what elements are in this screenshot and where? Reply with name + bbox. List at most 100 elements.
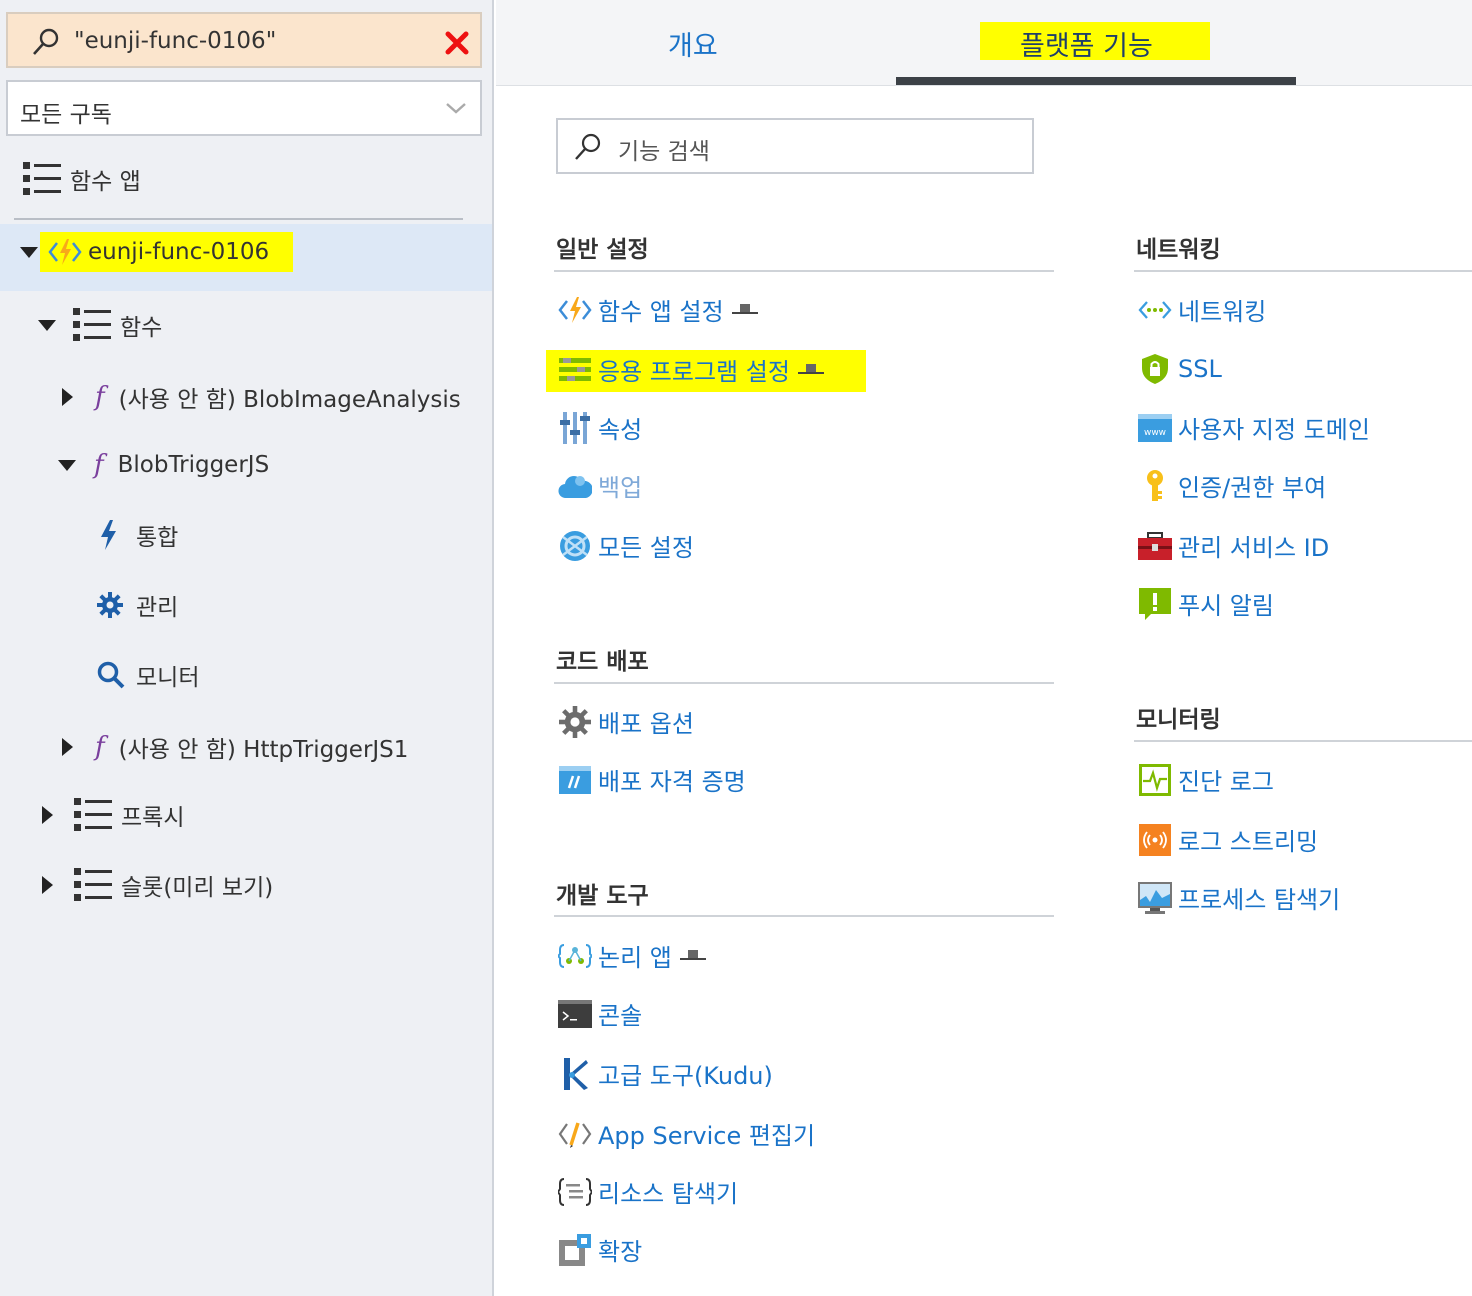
subscription-dropdown[interactable]: 모든 구독: [6, 80, 482, 136]
section-divider: [1134, 270, 1472, 272]
search-icon: [97, 661, 125, 689]
item-label: 리소스 탐색기: [598, 1180, 739, 1208]
item-backup[interactable]: 백업: [558, 468, 642, 503]
caret-down-icon[interactable]: [58, 459, 76, 471]
function-icon: f: [94, 450, 104, 480]
caret-down-icon[interactable]: [20, 246, 38, 258]
tree-proxies[interactable]: 프록시: [42, 796, 184, 834]
item-auth[interactable]: 인증/권한 부여: [1138, 468, 1326, 503]
monitor-label: 모니터: [136, 665, 200, 691]
item-push-notifications[interactable]: 푸시 알림: [1138, 586, 1274, 621]
item-custom-domain[interactable]: www 사용자 지정 도메인: [1138, 410, 1370, 445]
section-general-title: 일반 설정: [556, 237, 649, 263]
function-label: (사용 안 함) BlobImageAnalysis: [118, 387, 461, 413]
networking-icon: [1138, 300, 1172, 319]
item-label: 배포 옵션: [598, 710, 694, 738]
item-label: 사용자 지정 도메인: [1178, 416, 1370, 444]
gear-icon: [97, 592, 123, 618]
item-process-explorer[interactable]: 프로세스 탐색기: [1138, 880, 1340, 915]
item-label: 진단 로그: [1178, 768, 1274, 796]
www-icon: www: [1138, 413, 1172, 442]
item-app-settings[interactable]: 응용 프로그램 설정: [558, 352, 824, 387]
function-label: BlobTriggerJS: [117, 452, 270, 478]
item-all-settings[interactable]: 모든 설정: [558, 528, 694, 563]
subscription-selected: 모든 구독: [20, 102, 112, 128]
list-icon: [23, 162, 61, 195]
caret-down-icon[interactable]: [38, 319, 56, 331]
logic-app-icon: [558, 943, 592, 968]
item-label: 모든 설정: [598, 534, 694, 562]
tree-root-label: 함수 앱: [70, 169, 141, 195]
resource-explorer-icon: [558, 1177, 592, 1206]
tab-bar: 개요 플랫폼 기능: [496, 0, 1472, 86]
item-function-app-settings[interactable]: 함수 앱 설정: [558, 292, 758, 327]
item-label: 프로세스 탐색기: [1178, 886, 1341, 914]
item-resource-explorer[interactable]: 리소스 탐색기: [558, 1174, 738, 1209]
feature-search-input[interactable]: 기능 검색: [618, 132, 710, 166]
caret-right-icon[interactable]: [42, 806, 53, 824]
all-settings-icon: [560, 530, 590, 561]
item-console[interactable]: 콘솔: [558, 996, 642, 1031]
feature-search-box[interactable]: 기능 검색: [556, 118, 1034, 174]
clear-search-icon[interactable]: [442, 28, 472, 58]
tree-function-apps[interactable]: 함수 앱: [22, 160, 141, 198]
section-divider: [554, 270, 1054, 272]
function-icon: f: [95, 382, 105, 412]
functions-label: 함수: [120, 315, 163, 341]
credentials-icon: [559, 765, 591, 794]
platform-features-panel: 개요 플랫폼 기능 기능 검색 일반 설정 함수 앱 설정 응용 프로그램 설정…: [496, 0, 1472, 1296]
properties-icon: [560, 411, 590, 444]
item-deploy-credentials[interactable]: 배포 자격 증명: [558, 762, 746, 797]
tab-platform-features[interactable]: 플랫폼 기능: [1020, 24, 1153, 63]
backup-cloud-icon: [558, 475, 592, 498]
chevron-down-icon: [446, 103, 466, 114]
item-label: 콘솔: [598, 1002, 643, 1030]
caret-right-icon[interactable]: [42, 876, 53, 894]
function-icon: f: [95, 732, 105, 762]
section-deploy-title: 코드 배포: [556, 649, 649, 675]
list-icon: [74, 798, 112, 831]
tree-functions[interactable]: 함수: [38, 306, 162, 344]
search-icon: [33, 28, 59, 55]
tree-integrate[interactable]: 통합: [96, 518, 178, 552]
deploy-gear-icon: [559, 705, 591, 738]
item-kudu[interactable]: 고급 도구(Kudu): [558, 1056, 773, 1091]
app-name: eunji-func-0106: [88, 239, 270, 265]
item-label: 배포 자격 증명: [598, 768, 746, 796]
tree-monitor[interactable]: 모니터: [96, 658, 199, 692]
tree-function-item[interactable]: f BlobTriggerJS: [58, 450, 269, 480]
caret-right-icon[interactable]: [62, 388, 73, 406]
integrate-label: 통합: [136, 525, 179, 551]
tree-app-item[interactable]: eunji-func-0106: [20, 232, 294, 272]
item-ssl[interactable]: SSL: [1138, 352, 1222, 386]
app-settings-icon: [559, 357, 591, 381]
tree-slots[interactable]: 슬롯(미리 보기): [42, 866, 273, 904]
item-label: App Service 편집기: [598, 1122, 816, 1150]
item-label: 속성: [598, 416, 643, 444]
tree-function-item[interactable]: f (사용 안 함) BlobImageAnalysis: [62, 380, 461, 414]
process-explorer-icon: [1138, 881, 1172, 914]
preview-icon: [797, 363, 824, 374]
item-log-streaming[interactable]: 로그 스트리밍: [1138, 822, 1318, 857]
item-deploy-options[interactable]: 배포 옵션: [558, 704, 694, 739]
tree-function-item[interactable]: f (사용 안 함) HttpTriggerJS1: [62, 730, 408, 764]
item-diagnostic-logs[interactable]: 진단 로그: [1138, 762, 1274, 797]
log-streaming-icon: [1139, 823, 1171, 856]
key-icon: [1147, 469, 1163, 501]
item-managed-identity[interactable]: 관리 서비스 ID: [1138, 528, 1329, 563]
function-app-icon: [48, 239, 82, 265]
resource-search-box[interactable]: "eunji-func-0106": [6, 12, 482, 68]
item-networking[interactable]: 네트워킹: [1138, 292, 1266, 327]
section-divider: [554, 682, 1054, 684]
search-input[interactable]: "eunji-func-0106": [74, 28, 276, 54]
item-app-service-editor[interactable]: App Service 편집기: [558, 1116, 815, 1151]
item-label: 함수 앱 설정: [598, 298, 724, 326]
item-logic-app[interactable]: 논리 앱: [558, 938, 706, 973]
tab-overview[interactable]: 개요: [668, 24, 718, 63]
item-extensions[interactable]: 확장: [558, 1232, 642, 1267]
caret-right-icon[interactable]: [62, 738, 73, 756]
ssl-shield-icon: [1142, 354, 1168, 384]
lightning-icon: [101, 520, 116, 550]
item-properties[interactable]: 속성: [558, 410, 642, 445]
tree-manage[interactable]: 관리: [96, 588, 178, 622]
